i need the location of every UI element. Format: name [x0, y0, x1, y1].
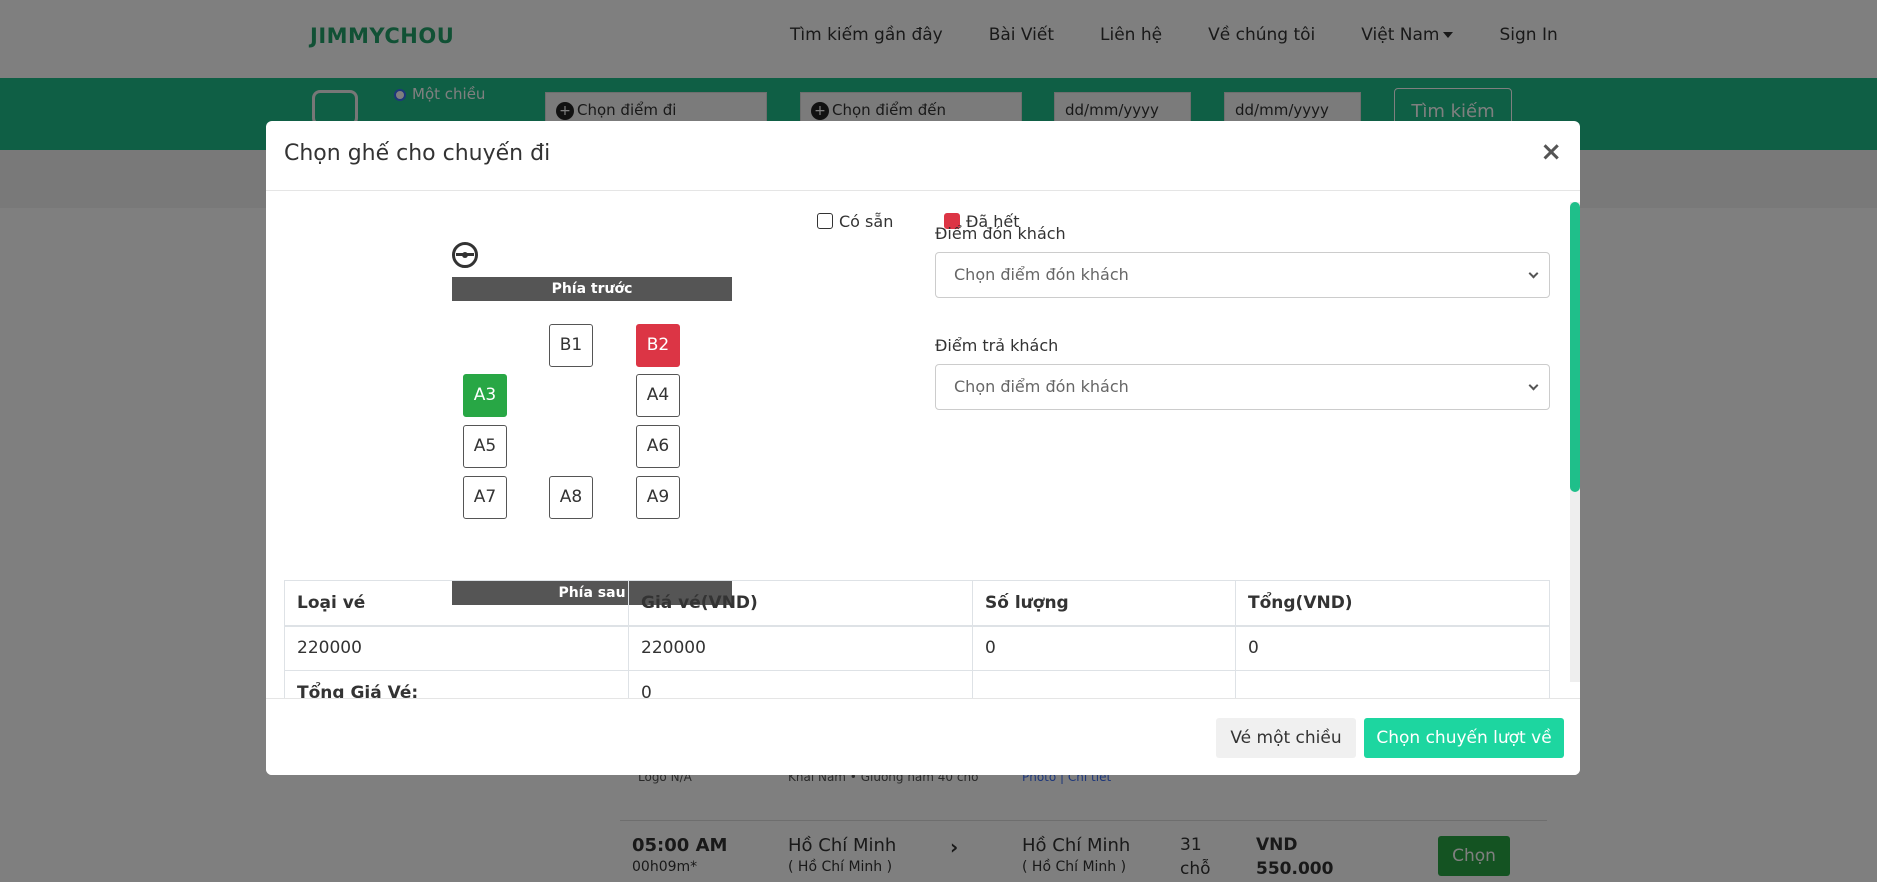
empty-cell: [1235, 670, 1550, 698]
seat-b1[interactable]: B1: [549, 324, 593, 367]
checkbox-icon: [817, 213, 833, 229]
one-way-ticket-button[interactable]: Vé một chiều: [1216, 718, 1356, 758]
scrollbar-thumb[interactable]: [1570, 202, 1580, 492]
total-label: Tổng Giá Vé:: [284, 670, 629, 698]
modal-header: Chọn ghế cho chuyến đi ×: [266, 121, 1580, 191]
cell-ticket-type: 220000: [284, 625, 629, 671]
modal-scrollbar[interactable]: [1570, 202, 1580, 682]
legend-available: Có sẵn: [817, 212, 893, 231]
cell-quantity: 0: [972, 625, 1236, 671]
seat-a6[interactable]: A6: [636, 425, 680, 468]
table-total-row: Tổng Giá Vé: 0: [284, 670, 1550, 698]
seat-a3[interactable]: A3: [463, 374, 507, 417]
col-ticket-type: Loại vé: [284, 580, 629, 627]
modal-footer: Vé một chiều Chọn chuyến lượt về: [266, 698, 1580, 775]
seat-selection-modal: Chọn ghế cho chuyến đi × Có sẵn Đã hết P…: [266, 121, 1580, 775]
pickup-placeholder: Chọn điểm đón khách: [954, 265, 1129, 284]
col-ticket-price: Giá vé(VND): [628, 580, 973, 627]
dropoff-placeholder: Chọn điểm đón khách: [954, 377, 1129, 396]
dropoff-label: Điểm trả khách: [935, 336, 1059, 355]
cell-total: 0: [1235, 625, 1550, 671]
table-row: 220000 220000 0 0: [284, 625, 1550, 671]
legend-available-label: Có sẵn: [839, 212, 894, 231]
modal-body: Có sẵn Đã hết Phía trước B1 B2 A3 A4 A5 A6 A7 A…: [266, 192, 1580, 698]
seat-a7[interactable]: A7: [463, 476, 507, 519]
seat-a5[interactable]: A5: [463, 425, 507, 468]
pickup-select[interactable]: Chọn điểm đón khách: [935, 252, 1550, 298]
seat-a8[interactable]: A8: [549, 476, 593, 519]
seat-a9[interactable]: A9: [636, 476, 680, 519]
dropoff-select[interactable]: Chọn điểm đón khách: [935, 364, 1550, 410]
empty-cell: [972, 670, 1236, 698]
modal-title: Chọn ghế cho chuyến đi: [284, 141, 551, 166]
cell-ticket-price: 220000: [628, 625, 973, 671]
close-icon[interactable]: ×: [1540, 137, 1562, 167]
col-quantity: Số lượng: [972, 580, 1236, 627]
chevron-down-icon: [1528, 268, 1539, 279]
total-value: 0: [628, 670, 973, 698]
col-total: Tổng(VND): [1235, 580, 1550, 627]
ticket-table: Loại vé Giá vé(VND) Số lượng Tổng(VND) 2…: [284, 580, 1550, 698]
table-header-row: Loại vé Giá vé(VND) Số lượng Tổng(VND): [284, 580, 1550, 627]
seat-a4[interactable]: A4: [636, 374, 680, 417]
chevron-down-icon: [1528, 380, 1539, 391]
choose-return-trip-button[interactable]: Chọn chuyến lượt về: [1364, 718, 1564, 758]
seat-b2: B2: [636, 324, 680, 367]
front-label: Phía trước: [452, 277, 732, 301]
pickup-label: Điểm đón khách: [935, 224, 1066, 243]
steering-wheel-icon: [452, 242, 478, 268]
